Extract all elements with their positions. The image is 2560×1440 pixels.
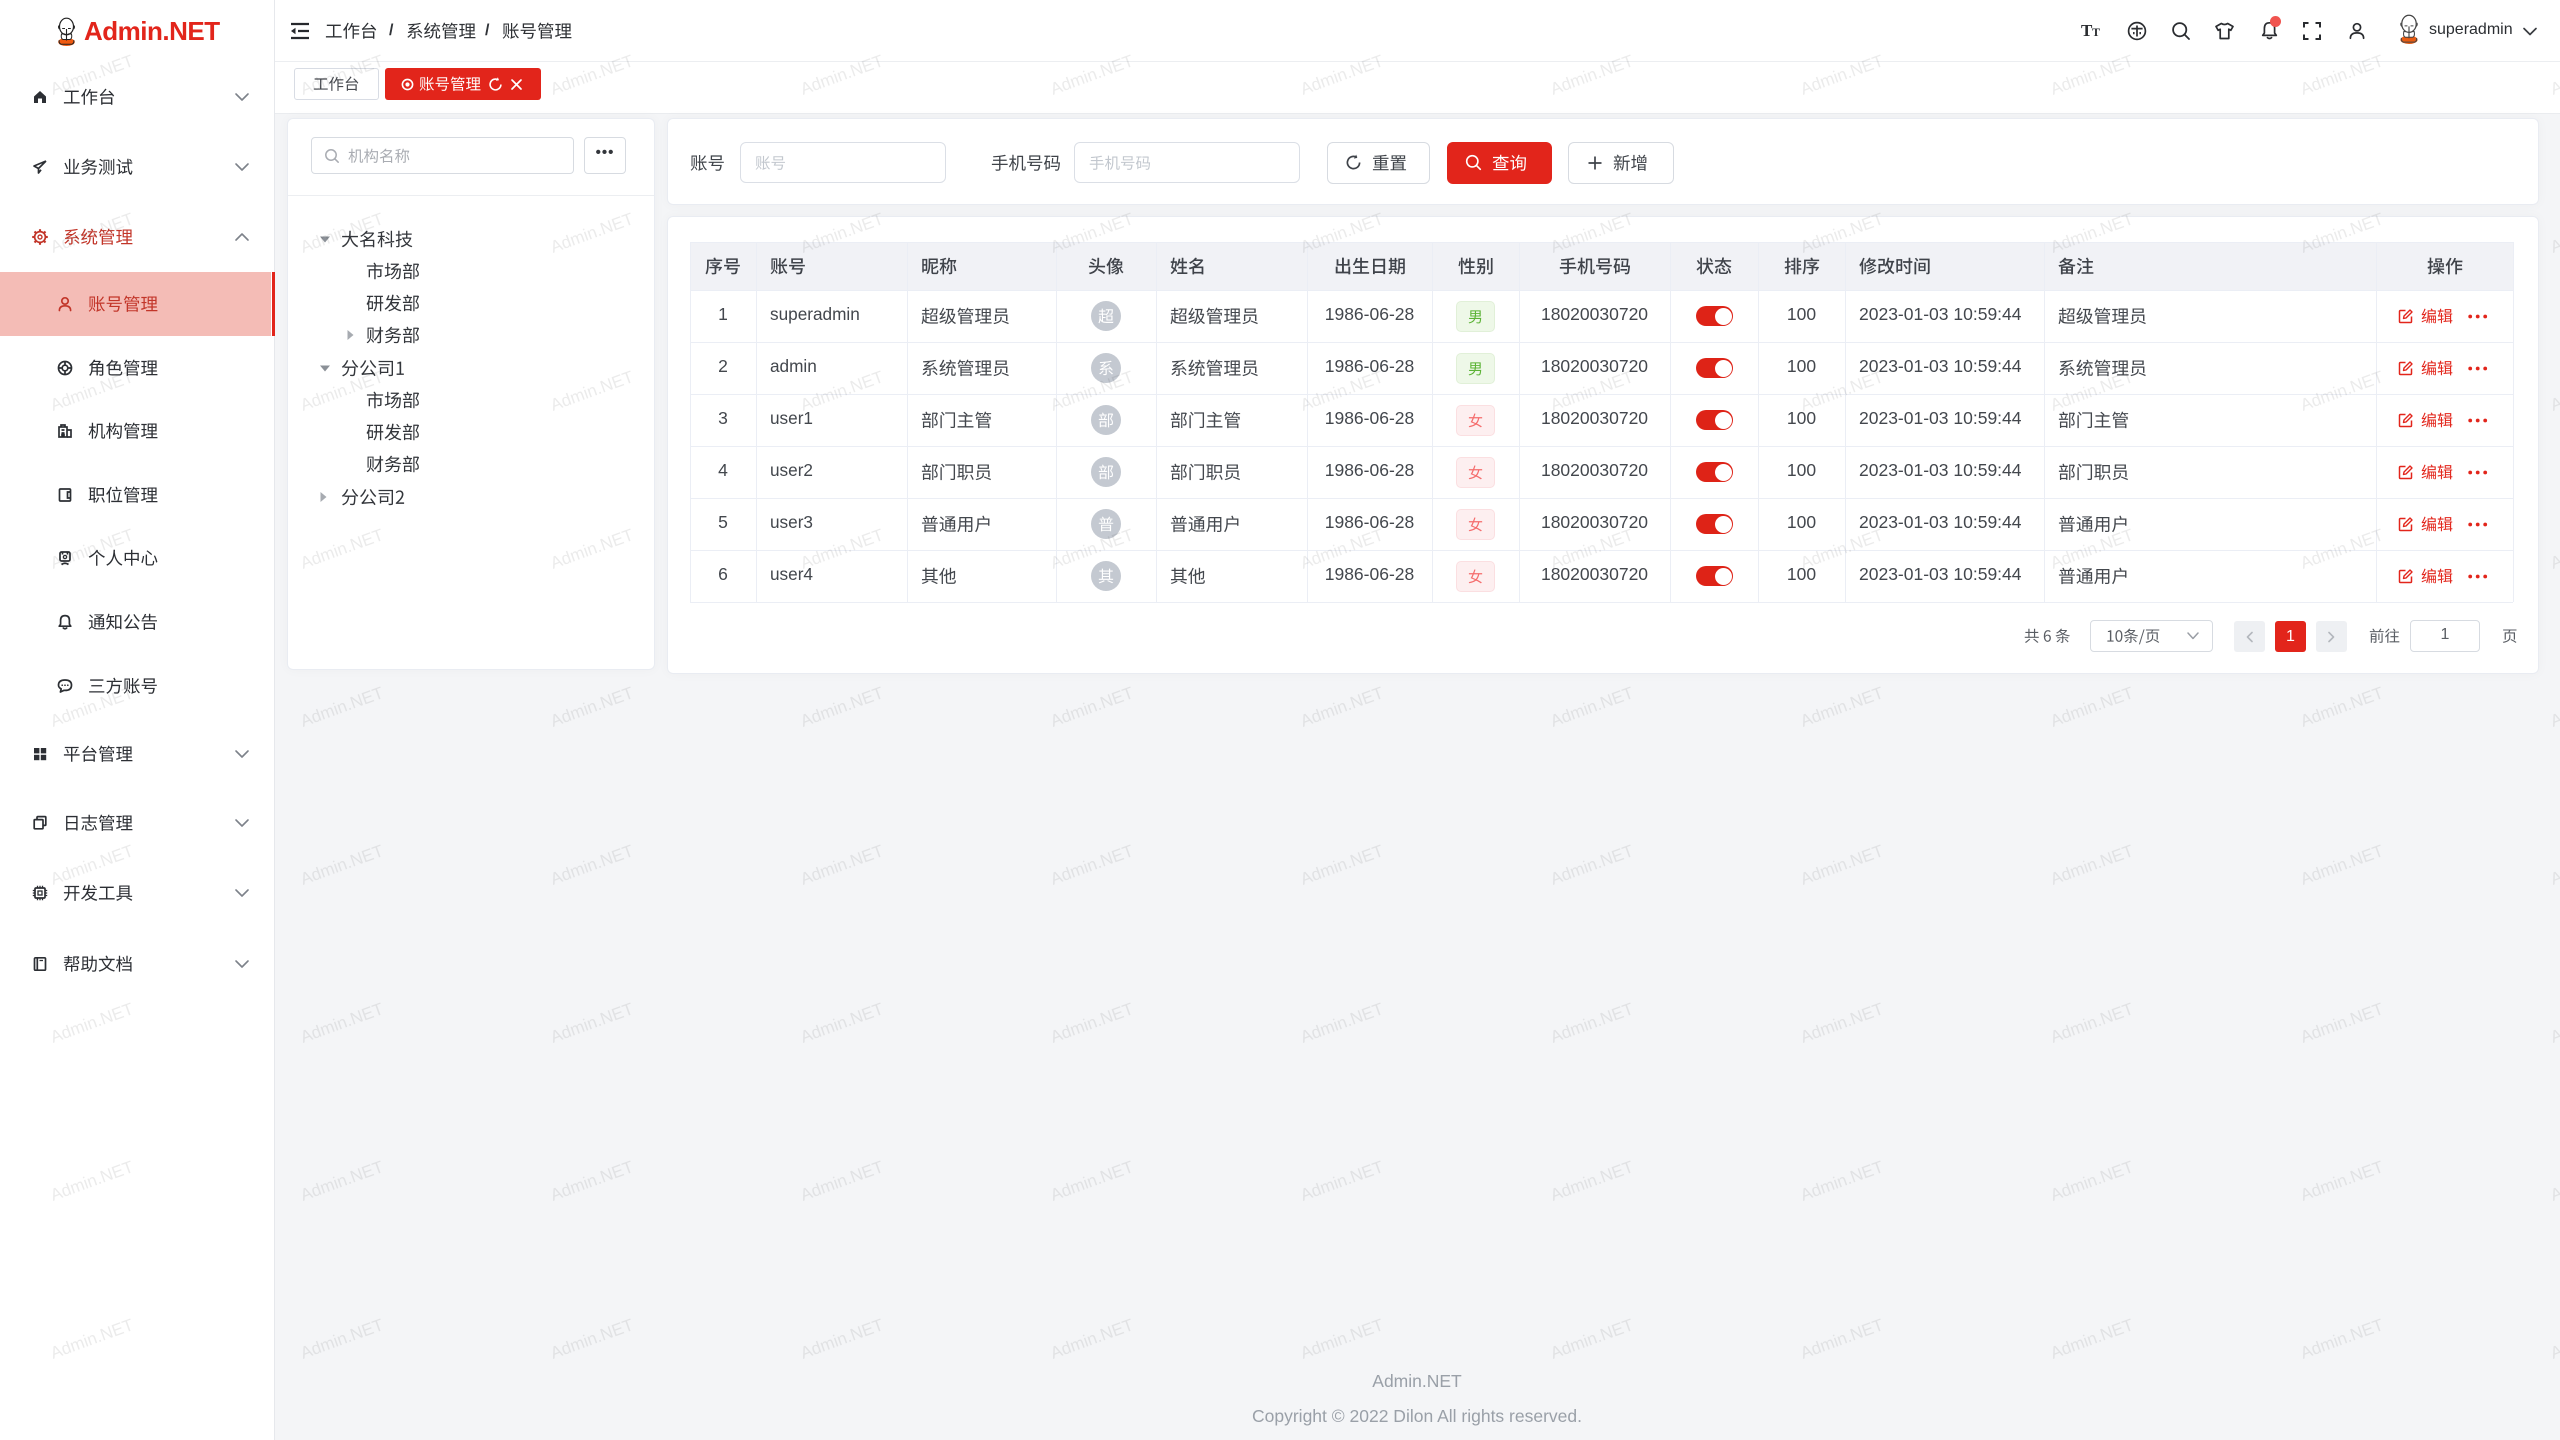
svg-text:T: T [2092,25,2100,39]
